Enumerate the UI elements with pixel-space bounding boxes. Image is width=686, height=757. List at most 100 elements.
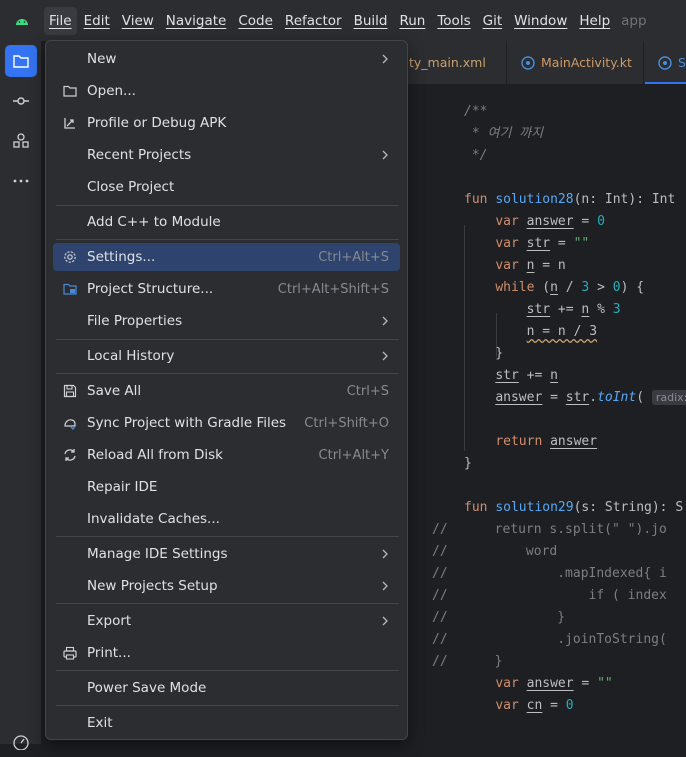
- code-line: }: [464, 456, 472, 471]
- code-line: fun solution28(n: Int): Int: [464, 192, 676, 207]
- menu-item-reload-from-disk[interactable]: Reload All from Disk Ctrl+Alt+Y: [53, 441, 400, 469]
- folder-icon: [53, 77, 87, 105]
- menu-code[interactable]: Code: [233, 7, 278, 35]
- chevron-right-icon: [376, 141, 394, 169]
- tab-separator: [643, 41, 644, 84]
- menu-item-save-all[interactable]: Save All Ctrl+S: [53, 377, 400, 405]
- menu-file[interactable]: File: [44, 6, 77, 35]
- code-line: // word: [432, 544, 558, 559]
- structure-icon: [13, 133, 29, 148]
- save-icon: [53, 377, 87, 405]
- menu-item-exit[interactable]: Exit: [53, 709, 400, 737]
- file-menu-dropdown: New Open... Profile or Debug APK Recent …: [45, 40, 408, 740]
- tab-label: S: [678, 55, 686, 70]
- menu-item-open[interactable]: Open...: [53, 77, 400, 105]
- menu-item-file-properties[interactable]: File Properties: [53, 307, 400, 335]
- project-name-hint: app: [621, 12, 647, 29]
- menu-separator: [56, 705, 399, 706]
- code-line: // return s.split(" ").jo: [432, 522, 667, 537]
- code-line: n = n / 3: [526, 324, 598, 339]
- menu-item-sync-gradle[interactable]: Sync Project with Gradle Files Ctrl+Shif…: [53, 409, 400, 437]
- menu-item-invalidate-caches[interactable]: Invalidate Caches...: [53, 505, 400, 533]
- kotlin-class-icon: [658, 55, 672, 70]
- menu-item-recent-projects[interactable]: Recent Projects: [53, 141, 400, 169]
- menu-build[interactable]: Build: [349, 7, 393, 35]
- gauge-icon: [13, 735, 29, 750]
- project-tool-button[interactable]: [5, 45, 37, 77]
- menu-item-local-history[interactable]: Local History: [53, 342, 400, 370]
- tab-main-activity-kt[interactable]: MainActivity.kt: [521, 41, 632, 84]
- menu-item-export[interactable]: Export: [53, 607, 400, 635]
- code-line: // .mapIndexed{ i: [432, 566, 667, 581]
- chevron-right-icon: [376, 307, 394, 335]
- tab-label: ty_main.xml: [409, 55, 486, 70]
- code-line: str += n: [495, 368, 558, 383]
- menu-item-settings[interactable]: Settings... Ctrl+Alt+S: [53, 243, 400, 271]
- android-studio-logo-icon: [0, 0, 44, 41]
- tab-active-file[interactable]: S: [658, 41, 686, 84]
- chevron-right-icon: [376, 45, 394, 73]
- code-line: // if ( index: [432, 588, 667, 603]
- menu-item-manage-ide-settings[interactable]: Manage IDE Settings: [53, 540, 400, 568]
- menu-window[interactable]: Window: [509, 7, 572, 35]
- parameter-hint: radix:: [651, 390, 686, 405]
- code-line: while (n / 3 > 0) {: [495, 280, 645, 295]
- code-line: // }: [432, 654, 503, 669]
- code-line: var str = "": [495, 236, 590, 251]
- reload-icon: [53, 441, 87, 469]
- menu-git[interactable]: Git: [478, 7, 508, 35]
- project-structure-icon: [53, 275, 87, 303]
- menu-separator: [56, 373, 399, 374]
- menu-item-profile-debug-apk[interactable]: Profile or Debug APK: [53, 109, 400, 137]
- menu-tools[interactable]: Tools: [432, 7, 475, 35]
- code-line: var n = n: [495, 258, 566, 273]
- tab-separator: [506, 41, 507, 84]
- menu-separator: [56, 536, 399, 537]
- code-line: var answer = 0: [495, 214, 605, 229]
- kotlin-class-icon: [521, 55, 535, 70]
- more-horizontal-icon: [13, 179, 29, 183]
- menu-edit[interactable]: Edit: [79, 7, 115, 35]
- gauge-tool-button[interactable]: [5, 725, 37, 757]
- menu-item-new-projects-setup[interactable]: New Projects Setup: [53, 572, 400, 600]
- tab-activity-main-xml[interactable]: ty_main.xml: [409, 41, 486, 84]
- code-line: // }: [432, 610, 566, 625]
- menu-item-add-cpp[interactable]: Add C++ to Module: [53, 208, 400, 236]
- code-line: }: [464, 346, 504, 361]
- menu-item-project-structure[interactable]: Project Structure... Ctrl+Alt+Shift+S: [53, 275, 400, 303]
- active-tab-indicator: [645, 82, 686, 84]
- menu-separator: [56, 205, 399, 206]
- code-line: return answer: [495, 434, 598, 449]
- menu-item-print[interactable]: Print...: [53, 639, 400, 667]
- print-icon: [53, 639, 87, 667]
- code-line: var cn = 0: [495, 698, 574, 713]
- chevron-right-icon: [376, 607, 394, 635]
- code-line: str += n % 3: [526, 302, 621, 317]
- menu-run[interactable]: Run: [394, 7, 430, 35]
- menu-item-close-project[interactable]: Close Project: [53, 173, 400, 201]
- more-tools-button[interactable]: [5, 165, 37, 197]
- commit-tool-button[interactable]: [5, 85, 37, 117]
- chevron-right-icon: [376, 540, 394, 568]
- structure-tool-button[interactable]: [5, 125, 37, 157]
- chevron-right-icon: [376, 342, 394, 370]
- code-line: // .joinToString(: [432, 632, 667, 647]
- main-menu-bar: File Edit View Navigate Code Refactor Bu…: [0, 0, 686, 41]
- commit-icon: [13, 97, 29, 105]
- code-line: /**: [464, 104, 488, 119]
- menu-separator: [56, 603, 399, 604]
- menu-separator: [56, 670, 399, 671]
- menu-refactor[interactable]: Refactor: [280, 7, 347, 35]
- code-line: fun solution29(s: String): S: [464, 500, 684, 515]
- menu-separator: [56, 339, 399, 340]
- menu-item-power-save-mode[interactable]: Power Save Mode: [53, 674, 400, 702]
- menu-view[interactable]: View: [117, 7, 159, 35]
- profile-apk-icon: [53, 109, 87, 137]
- chevron-right-icon: [376, 572, 394, 600]
- menu-item-repair-ide[interactable]: Repair IDE: [53, 473, 400, 501]
- menu-help[interactable]: Help: [574, 7, 615, 35]
- tool-window-strip: [0, 41, 42, 750]
- code-line: * 여기 까지: [464, 126, 544, 141]
- menu-item-new[interactable]: New: [53, 45, 400, 73]
- menu-navigate[interactable]: Navigate: [161, 7, 232, 35]
